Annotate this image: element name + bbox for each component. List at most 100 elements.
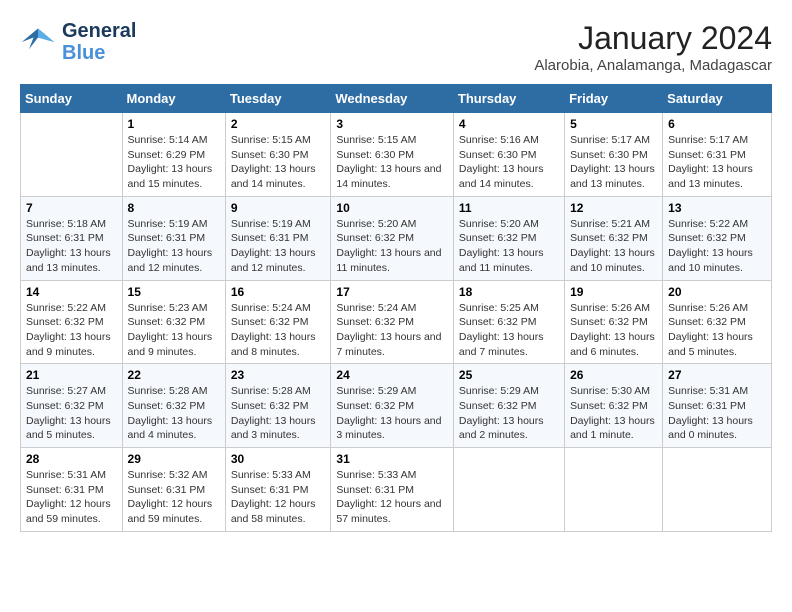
day-info: Sunrise: 5:19 AM Sunset: 6:31 PM Dayligh… xyxy=(128,217,220,276)
calendar-cell: 4 Sunrise: 5:16 AM Sunset: 6:30 PM Daylig… xyxy=(453,113,564,197)
day-number: 19 xyxy=(570,285,657,299)
weekday-header: Thursday xyxy=(453,85,564,113)
calendar-cell: 29 Sunrise: 5:32 AM Sunset: 6:31 PM Dayli… xyxy=(122,448,225,532)
day-info: Sunrise: 5:32 AM Sunset: 6:31 PM Dayligh… xyxy=(128,468,220,527)
calendar-cell: 2Sunrise: 5:15 AM Sunset: 6:30 PM Daylig… xyxy=(225,113,331,197)
day-info: Sunrise: 5:21 AM Sunset: 6:32 PM Dayligh… xyxy=(570,217,657,276)
calendar-cell: 7 Sunrise: 5:18 AM Sunset: 6:31 PM Daylig… xyxy=(21,196,123,280)
calendar-cell: 22 Sunrise: 5:28 AM Sunset: 6:32 PM Dayli… xyxy=(122,364,225,448)
day-number: 26 xyxy=(570,368,657,382)
calendar-cell: 15 Sunrise: 5:23 AM Sunset: 6:32 PM Dayli… xyxy=(122,280,225,364)
calendar-cell xyxy=(663,448,772,532)
day-number: 22 xyxy=(128,368,220,382)
day-info: Sunrise: 5:16 AM Sunset: 6:30 PM Dayligh… xyxy=(459,133,559,192)
weekday-row: SundayMondayTuesdayWednesdayThursdayFrid… xyxy=(21,85,772,113)
calendar-cell xyxy=(565,448,663,532)
day-number: 25 xyxy=(459,368,559,382)
day-info: Sunrise: 5:24 AM Sunset: 6:32 PM Dayligh… xyxy=(231,301,326,360)
day-info: Sunrise: 5:25 AM Sunset: 6:32 PM Dayligh… xyxy=(459,301,559,360)
weekday-header: Friday xyxy=(565,85,663,113)
day-number: 7 xyxy=(26,201,117,215)
weekday-header: Sunday xyxy=(21,85,123,113)
weekday-header: Monday xyxy=(122,85,225,113)
location-subtitle: Alarobia, Analamanga, Madagascar xyxy=(534,57,772,74)
calendar-week-row: 7 Sunrise: 5:18 AM Sunset: 6:31 PM Daylig… xyxy=(21,196,772,280)
calendar-cell: 28 Sunrise: 5:31 AM Sunset: 6:31 PM Dayli… xyxy=(21,448,123,532)
calendar-week-row: 28 Sunrise: 5:31 AM Sunset: 6:31 PM Dayli… xyxy=(21,448,772,532)
day-number: 20 xyxy=(668,285,766,299)
day-info: Sunrise: 5:17 AM Sunset: 6:31 PM Dayligh… xyxy=(668,133,766,192)
calendar-cell: 11 Sunrise: 5:20 AM Sunset: 6:32 PM Dayli… xyxy=(453,196,564,280)
calendar-cell: 14 Sunrise: 5:22 AM Sunset: 6:32 PM Dayli… xyxy=(21,280,123,364)
day-info: Sunrise: 5:14 AM Sunset: 6:29 PM Dayligh… xyxy=(128,133,220,192)
day-number: 21 xyxy=(26,368,117,382)
day-info: Sunrise: 5:31 AM Sunset: 6:31 PM Dayligh… xyxy=(26,468,117,527)
calendar-cell: 31 Sunrise: 5:33 AM Sunset: 6:31 PM Dayli… xyxy=(331,448,454,532)
calendar-week-row: 21 Sunrise: 5:27 AM Sunset: 6:32 PM Dayli… xyxy=(21,364,772,448)
calendar-body: 1Sunrise: 5:14 AM Sunset: 6:29 PM Daylig… xyxy=(21,113,772,532)
calendar-cell: 8Sunrise: 5:19 AM Sunset: 6:31 PM Daylig… xyxy=(122,196,225,280)
calendar-cell: 27Sunrise: 5:31 AM Sunset: 6:31 PM Dayli… xyxy=(663,364,772,448)
day-number: 10 xyxy=(336,201,448,215)
day-number: 12 xyxy=(570,201,657,215)
calendar-cell: 9Sunrise: 5:19 AM Sunset: 6:31 PM Daylig… xyxy=(225,196,331,280)
day-info: Sunrise: 5:30 AM Sunset: 6:32 PM Dayligh… xyxy=(570,384,657,443)
day-info: Sunrise: 5:28 AM Sunset: 6:32 PM Dayligh… xyxy=(128,384,220,443)
day-info: Sunrise: 5:29 AM Sunset: 6:32 PM Dayligh… xyxy=(336,384,448,443)
day-info: Sunrise: 5:22 AM Sunset: 6:32 PM Dayligh… xyxy=(668,217,766,276)
calendar-cell: 21 Sunrise: 5:27 AM Sunset: 6:32 PM Dayli… xyxy=(21,364,123,448)
day-number: 4 xyxy=(459,117,559,131)
page-header: General Blue January 2024 Alarobia, Anal… xyxy=(20,20,772,74)
day-number: 15 xyxy=(128,285,220,299)
day-info: Sunrise: 5:27 AM Sunset: 6:32 PM Dayligh… xyxy=(26,384,117,443)
day-info: Sunrise: 5:33 AM Sunset: 6:31 PM Dayligh… xyxy=(231,468,326,527)
day-info: Sunrise: 5:23 AM Sunset: 6:32 PM Dayligh… xyxy=(128,301,220,360)
calendar-cell: 24 Sunrise: 5:29 AM Sunset: 6:32 PM Dayli… xyxy=(331,364,454,448)
month-year-title: January 2024 xyxy=(534,20,772,57)
day-number: 28 xyxy=(26,452,117,466)
day-number: 14 xyxy=(26,285,117,299)
day-number: 23 xyxy=(231,368,326,382)
day-number: 6 xyxy=(668,117,766,131)
logo-icon xyxy=(20,24,56,60)
day-number: 29 xyxy=(128,452,220,466)
calendar-cell: 25 Sunrise: 5:29 AM Sunset: 6:32 PM Dayli… xyxy=(453,364,564,448)
weekday-header: Wednesday xyxy=(331,85,454,113)
calendar-cell: 18Sunrise: 5:25 AM Sunset: 6:32 PM Dayli… xyxy=(453,280,564,364)
day-info: Sunrise: 5:17 AM Sunset: 6:30 PM Dayligh… xyxy=(570,133,657,192)
day-number: 30 xyxy=(231,452,326,466)
day-info: Sunrise: 5:26 AM Sunset: 6:32 PM Dayligh… xyxy=(570,301,657,360)
day-number: 5 xyxy=(570,117,657,131)
day-number: 11 xyxy=(459,201,559,215)
weekday-header: Saturday xyxy=(663,85,772,113)
day-info: Sunrise: 5:33 AM Sunset: 6:31 PM Dayligh… xyxy=(336,468,448,527)
day-info: Sunrise: 5:19 AM Sunset: 6:31 PM Dayligh… xyxy=(231,217,326,276)
calendar-cell: 20Sunrise: 5:26 AM Sunset: 6:32 PM Dayli… xyxy=(663,280,772,364)
calendar-cell: 3Sunrise: 5:15 AM Sunset: 6:30 PM Daylig… xyxy=(331,113,454,197)
calendar-cell: 17Sunrise: 5:24 AM Sunset: 6:32 PM Dayli… xyxy=(331,280,454,364)
calendar-header: SundayMondayTuesdayWednesdayThursdayFrid… xyxy=(21,85,772,113)
day-number: 13 xyxy=(668,201,766,215)
calendar-cell: 5 Sunrise: 5:17 AM Sunset: 6:30 PM Daylig… xyxy=(565,113,663,197)
day-number: 17 xyxy=(336,285,448,299)
calendar-cell: 23Sunrise: 5:28 AM Sunset: 6:32 PM Dayli… xyxy=(225,364,331,448)
calendar-cell: 16Sunrise: 5:24 AM Sunset: 6:32 PM Dayli… xyxy=(225,280,331,364)
calendar-cell: 10 Sunrise: 5:20 AM Sunset: 6:32 PM Dayli… xyxy=(331,196,454,280)
calendar-cell: 26 Sunrise: 5:30 AM Sunset: 6:32 PM Dayli… xyxy=(565,364,663,448)
calendar-cell: 13 Sunrise: 5:22 AM Sunset: 6:32 PM Dayli… xyxy=(663,196,772,280)
day-info: Sunrise: 5:20 AM Sunset: 6:32 PM Dayligh… xyxy=(336,217,448,276)
day-number: 24 xyxy=(336,368,448,382)
day-info: Sunrise: 5:18 AM Sunset: 6:31 PM Dayligh… xyxy=(26,217,117,276)
day-info: Sunrise: 5:22 AM Sunset: 6:32 PM Dayligh… xyxy=(26,301,117,360)
day-info: Sunrise: 5:20 AM Sunset: 6:32 PM Dayligh… xyxy=(459,217,559,276)
calendar-cell: 30 Sunrise: 5:33 AM Sunset: 6:31 PM Dayli… xyxy=(225,448,331,532)
calendar-cell xyxy=(21,113,123,197)
calendar-cell: 1Sunrise: 5:14 AM Sunset: 6:29 PM Daylig… xyxy=(122,113,225,197)
day-info: Sunrise: 5:29 AM Sunset: 6:32 PM Dayligh… xyxy=(459,384,559,443)
weekday-header: Tuesday xyxy=(225,85,331,113)
day-number: 3 xyxy=(336,117,448,131)
title-area: January 2024 Alarobia, Analamanga, Madag… xyxy=(534,20,772,74)
day-number: 31 xyxy=(336,452,448,466)
logo: General Blue xyxy=(20,20,136,64)
day-info: Sunrise: 5:31 AM Sunset: 6:31 PM Dayligh… xyxy=(668,384,766,443)
